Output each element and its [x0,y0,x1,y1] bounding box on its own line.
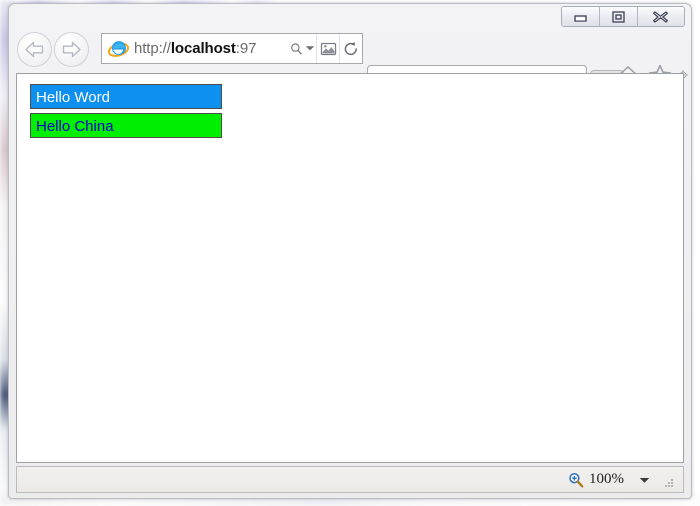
minimize-button[interactable] [562,7,600,26]
chevron-down-icon [305,46,314,51]
navigation-row: http://localhost:97 [9,28,691,97]
search-magnifier-icon [291,42,302,55]
zoom-level-label: 100% [589,471,624,487]
forward-arrow-icon [62,41,81,58]
zoom-dropdown-button[interactable] [629,471,656,489]
search-dropdown-button[interactable] [303,34,316,63]
resize-grip[interactable] [661,471,677,489]
page-block-text: Hello Word [36,89,110,106]
close-button[interactable] [638,7,684,26]
restore-button[interactable] [600,7,638,26]
search-button[interactable] [290,34,303,63]
title-bar[interactable] [9,4,691,30]
url-text: http://localhost:97 [134,40,290,57]
back-button[interactable] [17,32,52,67]
page-block-hello-word: Hello Word [30,84,222,109]
compatibility-view-icon [320,42,336,55]
page-block-text: Hello China [36,118,114,135]
url-host: localhost [170,40,236,57]
chevron-down-icon [639,477,650,483]
restore-icon [612,10,625,23]
refresh-button[interactable] [339,34,362,63]
back-arrow-icon [25,41,44,58]
forward-button[interactable] [54,32,89,67]
page-viewport: Hello Word Hello China [16,73,684,463]
close-icon [653,10,668,23]
status-bar: 100% [16,466,684,493]
compatibility-view-button[interactable] [316,34,339,63]
zoom-magnifier-icon [569,472,584,488]
window-controls [561,6,685,27]
browser-window: http://localhost:97 Hello Word Hello Chi… [8,3,692,499]
ie-logo-icon [108,41,129,57]
page-block-hello-china: Hello China [30,113,222,138]
resize-grip-icon [665,478,673,487]
zoom-control[interactable]: 100% [568,471,683,489]
refresh-icon [344,41,357,55]
url-port: :97 [235,40,257,57]
url-scheme: http:// [134,40,171,57]
minimize-icon [574,15,587,22]
address-bar[interactable]: http://localhost:97 [101,33,363,64]
